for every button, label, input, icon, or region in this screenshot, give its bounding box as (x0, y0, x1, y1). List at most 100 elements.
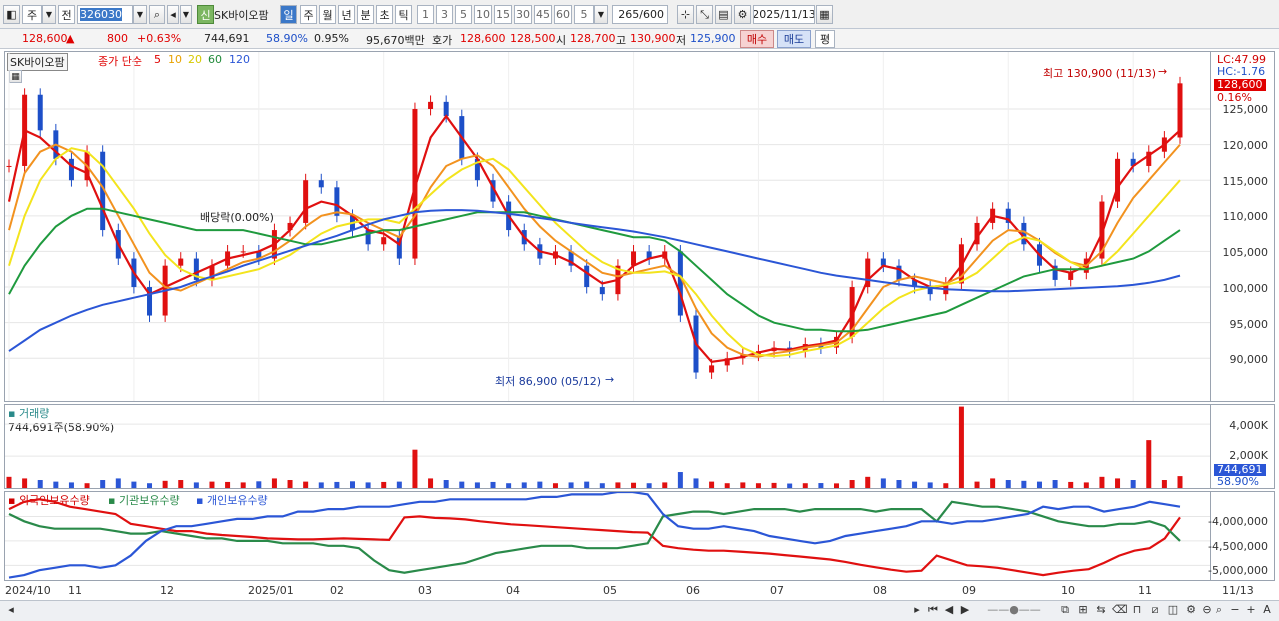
font-size-icon[interactable]: A (1260, 603, 1274, 617)
dividend-note: 배당락(0.00%) (200, 211, 274, 224)
x-label: 08 (873, 584, 887, 597)
date-input[interactable]: 2025/11/13 (753, 5, 815, 24)
stock-code-text: 326030 (80, 8, 122, 21)
ma-line-120 (8, 209, 1181, 352)
candle-body (240, 251, 246, 253)
change-percent: +0.63% (137, 32, 182, 45)
period-tick[interactable]: 틱 (395, 5, 412, 24)
erase-icon[interactable]: ⌫ (1112, 603, 1128, 617)
holding-tick: -5,000,000 (1208, 564, 1268, 577)
zoom-slider[interactable]: ——●—— (978, 603, 1050, 617)
volume-bar (615, 482, 621, 488)
volume-bar (115, 478, 121, 488)
minute-1[interactable]: 1 (417, 5, 434, 24)
scroll-right-icon[interactable]: ▸ (910, 603, 924, 617)
scroll-left-icon[interactable]: ◂ (4, 603, 18, 617)
candle-body (318, 180, 324, 188)
bar-count-field[interactable]: 265/600 (612, 5, 668, 24)
buy-button[interactable]: 매수 (740, 30, 774, 48)
bar-count-max: /600 (639, 8, 664, 21)
volume-chart-svg (5, 406, 1210, 488)
minute-10[interactable]: 10 (474, 5, 492, 24)
volume-bar (584, 481, 590, 488)
low-label: 저 (676, 34, 687, 47)
stock-name: SK바이오팜 (214, 8, 269, 22)
gear-icon[interactable]: ⚙ (734, 5, 751, 24)
volume-bar (818, 483, 824, 488)
split-icon[interactable]: ⊞ (1076, 603, 1090, 617)
compare-icon[interactable]: ⇆ (1094, 603, 1108, 617)
sell-button[interactable]: 매도 (777, 30, 811, 48)
calendar-icon[interactable]: ▦ (816, 5, 833, 24)
volume-bar (271, 478, 277, 488)
prev-button[interactable]: 전 (58, 5, 75, 24)
candle-body (599, 287, 605, 295)
minute-30[interactable]: 30 (514, 5, 532, 24)
speaker-dropdown-icon[interactable]: ▼ (180, 5, 192, 24)
minute-dropdown-icon[interactable]: ▼ (594, 5, 608, 24)
volume-bar (443, 480, 449, 488)
search-icon[interactable]: ⌕ (1212, 603, 1226, 617)
zoom-in-icon[interactable]: + (1244, 603, 1258, 617)
period-day[interactable]: 일 (280, 5, 297, 24)
open-price: 128,700 (570, 32, 616, 45)
search-icon[interactable]: ⌕ (149, 5, 165, 24)
minute-custom-input[interactable]: 5 (574, 5, 594, 24)
candle-body (381, 237, 387, 245)
volume-bar (865, 476, 871, 488)
low-price: 125,900 (690, 32, 736, 45)
avg-price-button[interactable]: 평 (815, 30, 835, 48)
minute-45[interactable]: 45 (534, 5, 552, 24)
period-month[interactable]: 월 (319, 5, 336, 24)
volume-bar (396, 481, 402, 488)
volume-bar (802, 483, 808, 488)
crosshair-icon[interactable]: ⊹ (677, 5, 694, 24)
minute-60[interactable]: 60 (554, 5, 572, 24)
first-page-icon[interactable]: ⏮ (926, 603, 940, 617)
save-icon[interactable]: ▤ (715, 5, 732, 24)
layout-icon[interactable]: ⧉ (1058, 603, 1072, 617)
ruler-icon[interactable]: ⧄ (1148, 603, 1162, 617)
low-arrow-icon: → (605, 373, 615, 386)
period-week[interactable]: 주 (300, 5, 317, 24)
price-tick: 90,000 (1229, 353, 1269, 366)
volume-bar (428, 478, 434, 488)
settings-icon[interactable]: ⚙ (1184, 603, 1198, 617)
period-year[interactable]: 년 (338, 5, 355, 24)
minute-15[interactable]: 15 (494, 5, 512, 24)
volume-bar (1146, 440, 1152, 488)
prev-page-icon[interactable]: ◀ (942, 603, 956, 617)
period-dropdown-icon[interactable]: ▼ (42, 5, 56, 24)
camera-icon[interactable]: ◫ (1166, 603, 1180, 617)
low-annotation: 최저 86,900 (05/12) (495, 375, 602, 388)
volume-bar (1130, 480, 1136, 488)
volume-bar (506, 483, 512, 488)
volume-bar (958, 406, 964, 488)
holding-chart-svg (5, 492, 1210, 579)
percent-tag: 0.16% (1217, 91, 1252, 104)
code-dropdown-icon[interactable]: ▼ (133, 5, 147, 24)
draw-line-icon[interactable]: ⤡ (696, 5, 713, 24)
volume-bar (209, 481, 215, 488)
volume-bar (256, 481, 262, 488)
current-price: 128,600 (22, 32, 68, 45)
next-page-icon[interactable]: ▶ (958, 603, 972, 617)
minute-5[interactable]: 5 (455, 5, 472, 24)
minute-3[interactable]: 3 (436, 5, 453, 24)
holding-tick: -4,000,000 (1208, 515, 1268, 528)
period-button[interactable]: 주 (22, 5, 42, 24)
zoom-out-icon[interactable]: − (1228, 603, 1242, 617)
magnet-icon[interactable]: ⊓ (1130, 603, 1144, 617)
speaker-icon[interactable]: ◂ (167, 5, 179, 24)
volume-bar (974, 481, 980, 488)
x-label: 12 (160, 584, 174, 597)
volume-bar (912, 481, 918, 488)
volume-tick: 2,000K (1229, 449, 1268, 462)
x-label: 10 (1061, 584, 1075, 597)
period-second[interactable]: 초 (376, 5, 393, 24)
volume-bar (490, 481, 496, 488)
stock-code-input[interactable]: 326030 (77, 5, 133, 24)
price-tick: 115,000 (1222, 175, 1269, 188)
window-menu-icon[interactable]: ◧ (3, 5, 20, 24)
period-minute[interactable]: 분 (357, 5, 374, 24)
